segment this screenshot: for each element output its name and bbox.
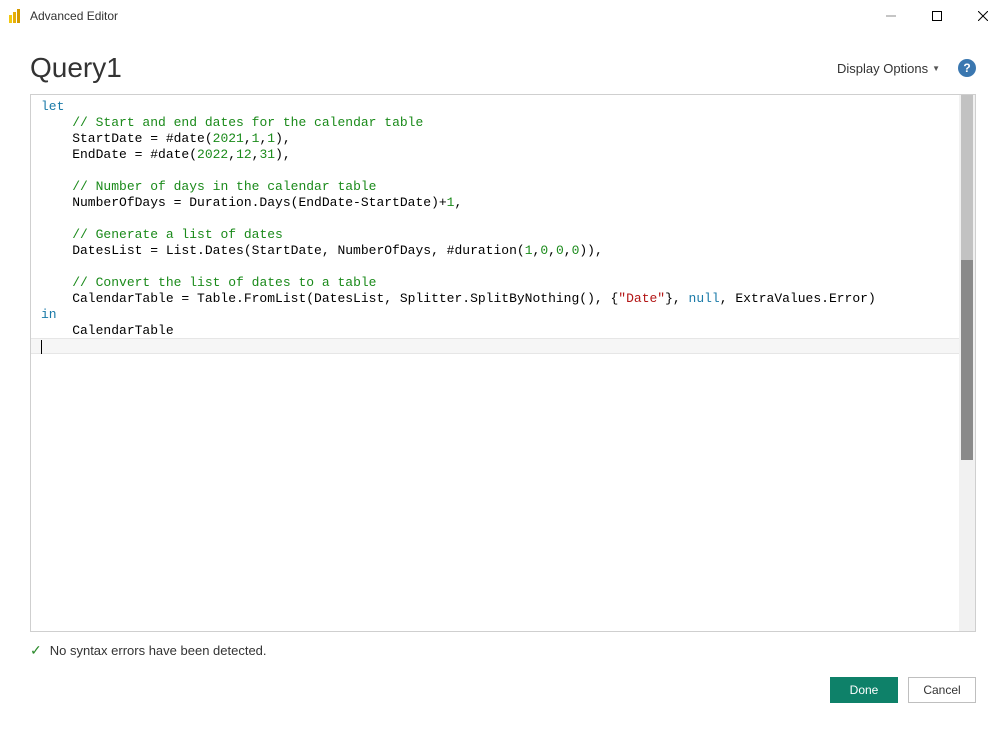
header: Query1 Display Options ▼ ? (0, 32, 1006, 94)
close-button[interactable] (960, 0, 1006, 32)
done-button[interactable]: Done (830, 677, 898, 703)
title-bar: Advanced Editor (0, 0, 1006, 32)
footer-buttons: Done Cancel (0, 677, 976, 703)
code-content[interactable]: let // Start and end dates for the calen… (31, 95, 975, 343)
display-options-dropdown[interactable]: Display Options ▼ (837, 61, 940, 76)
status-message: No syntax errors have been detected. (50, 643, 267, 658)
help-icon[interactable]: ? (958, 59, 976, 77)
window-controls (868, 0, 1006, 32)
cancel-button[interactable]: Cancel (908, 677, 976, 703)
maximize-button[interactable] (914, 0, 960, 32)
display-options-label: Display Options (837, 61, 928, 76)
check-icon: ✓ (30, 642, 42, 659)
app-icon (8, 8, 24, 24)
text-cursor (41, 340, 42, 354)
status-bar: ✓ No syntax errors have been detected. (30, 642, 976, 659)
code-editor[interactable]: let // Start and end dates for the calen… (30, 94, 976, 632)
chevron-down-icon: ▼ (932, 64, 940, 73)
window-title: Advanced Editor (30, 9, 118, 23)
minimize-button[interactable] (868, 0, 914, 32)
query-name: Query1 (30, 52, 837, 84)
